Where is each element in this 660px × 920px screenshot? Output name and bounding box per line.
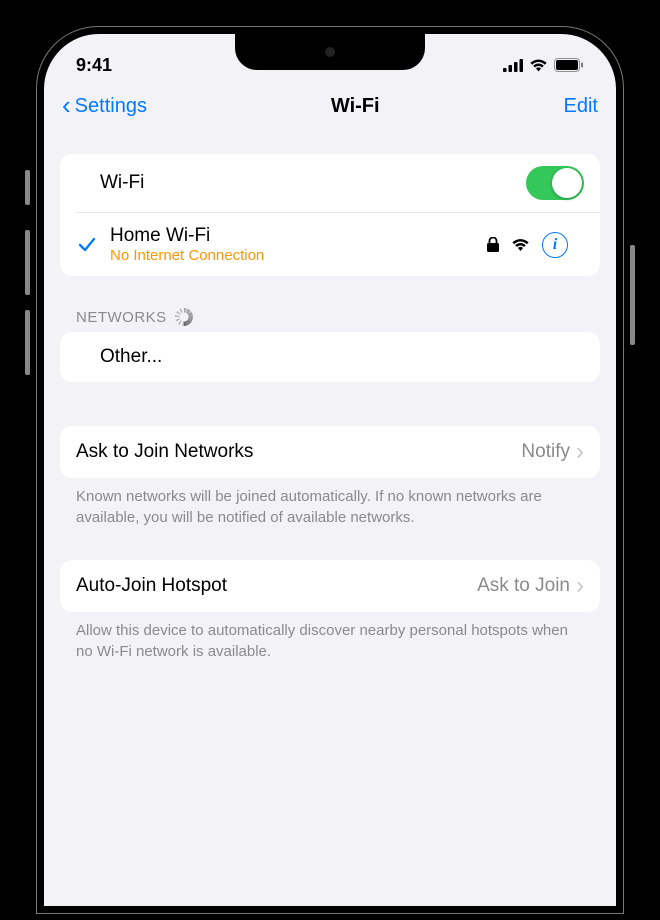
screen: 9:41 ‹ Settings Wi-Fi Edit Wi-Fi xyxy=(44,34,616,906)
auto-join-label: Auto-Join Hotspot xyxy=(76,575,477,597)
auto-join-value: Ask to Join xyxy=(477,575,570,597)
ask-to-join-footer: Known networks will be joined automatica… xyxy=(60,478,600,528)
chevron-right-icon: › xyxy=(576,572,584,600)
network-status: No Internet Connection xyxy=(110,247,487,264)
chevron-right-icon: › xyxy=(576,438,584,466)
wifi-toggle-label: Wi-Fi xyxy=(76,172,526,194)
wifi-status-icon xyxy=(529,59,548,72)
status-indicators xyxy=(503,58,584,72)
nav-bar: ‹ Settings Wi-Fi Edit xyxy=(44,84,616,130)
networks-header: NETWORKS xyxy=(76,308,600,326)
wifi-toggle-row: Wi-Fi xyxy=(60,154,600,212)
spinner-icon xyxy=(175,308,193,326)
network-name: Home Wi-Fi xyxy=(110,225,487,247)
wifi-toggle[interactable] xyxy=(526,166,584,200)
ask-to-join-label: Ask to Join Networks xyxy=(76,441,521,463)
page-title: Wi-Fi xyxy=(331,95,380,118)
phone-frame: 9:41 ‹ Settings Wi-Fi Edit Wi-Fi xyxy=(30,20,630,920)
ask-to-join-row[interactable]: Ask to Join Networks Notify › xyxy=(60,426,600,478)
wifi-signal-icon xyxy=(511,238,530,252)
lock-icon xyxy=(487,237,499,252)
chevron-left-icon: ‹ xyxy=(62,92,71,118)
auto-join-row[interactable]: Auto-Join Hotspot Ask to Join › xyxy=(60,560,600,612)
auto-join-footer: Allow this device to automatically disco… xyxy=(60,612,600,662)
ask-to-join-value: Notify xyxy=(521,441,570,463)
cellular-icon xyxy=(503,59,523,72)
back-label: Settings xyxy=(75,95,147,118)
checkmark-icon xyxy=(76,236,98,254)
battery-icon xyxy=(554,58,584,72)
other-network-row[interactable]: Other... xyxy=(60,332,600,382)
status-time: 9:41 xyxy=(76,55,112,76)
connected-network-row[interactable]: Home Wi-Fi No Internet Connection i xyxy=(76,212,600,276)
back-button[interactable]: ‹ Settings xyxy=(62,94,147,118)
edit-button[interactable]: Edit xyxy=(564,95,598,118)
notch xyxy=(235,34,425,70)
other-network-label: Other... xyxy=(76,346,584,368)
info-icon[interactable]: i xyxy=(542,232,568,258)
